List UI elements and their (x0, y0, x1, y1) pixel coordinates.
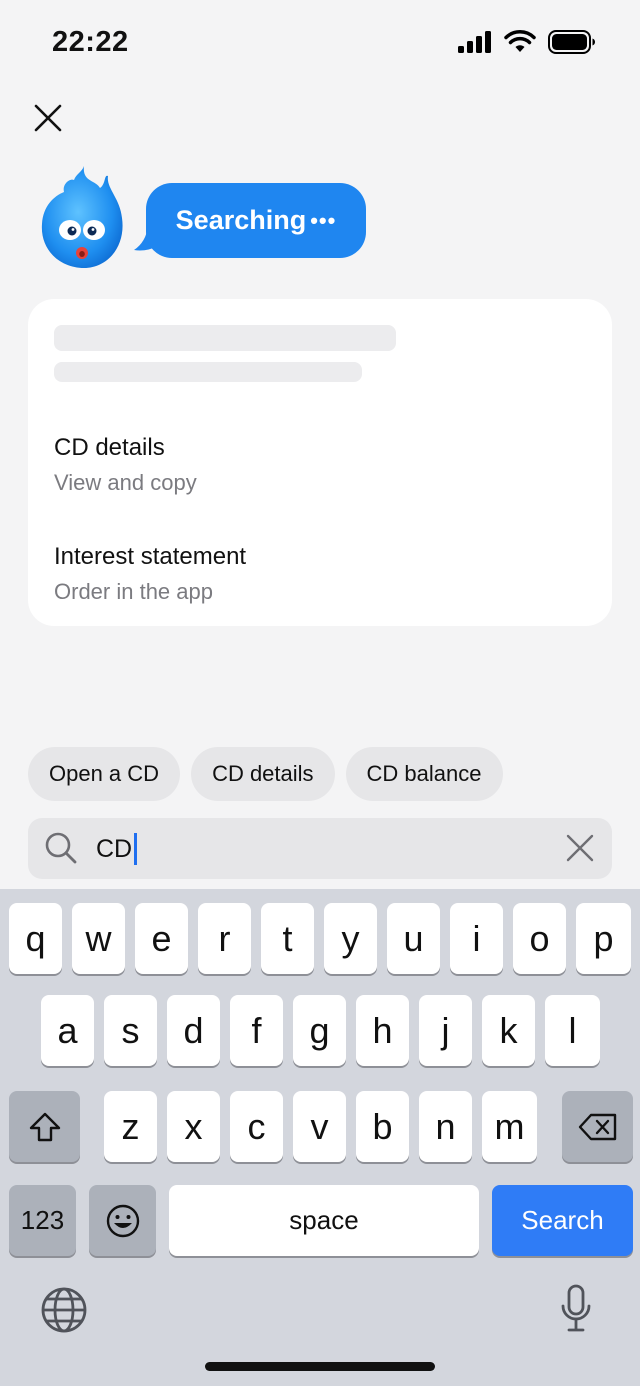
battery-icon (548, 30, 595, 54)
key-t[interactable]: t (261, 903, 314, 974)
key-a[interactable]: a (41, 995, 94, 1066)
key-n[interactable]: n (419, 1091, 472, 1162)
key-e[interactable]: e (135, 903, 188, 974)
key-w[interactable]: w (72, 903, 125, 974)
key-m[interactable]: m (482, 1091, 537, 1162)
result-subtitle: View and copy (54, 470, 197, 495)
key-y[interactable]: y (324, 903, 377, 974)
result-interest-statement[interactable]: Interest statement Order in the app (54, 543, 246, 605)
chip-cd-balance[interactable]: CD balance (345, 747, 503, 801)
key-o[interactable]: o (513, 903, 566, 974)
key-f[interactable]: f (230, 995, 283, 1066)
backspace-icon (578, 1113, 616, 1140)
key-s[interactable]: s (104, 995, 157, 1066)
loading-placeholder (54, 362, 362, 382)
chip-cd-details[interactable]: CD details (191, 747, 335, 801)
result-subtitle: Order in the app (54, 579, 213, 604)
wifi-icon (504, 30, 536, 52)
results-card: CD details View and copy Interest statem… (28, 299, 612, 626)
shift-icon (29, 1112, 60, 1141)
clear-search-icon[interactable] (564, 832, 596, 864)
emoji-icon (106, 1204, 139, 1237)
chip-open-a-cd[interactable]: Open a CD (28, 747, 181, 801)
result-cd-details[interactable]: CD details View and copy (54, 434, 197, 496)
assistant-status-bubble: Searching ••• (146, 183, 366, 258)
status-bar: 22:22 (0, 0, 640, 90)
search-field[interactable]: CD (96, 833, 138, 865)
loading-placeholder (54, 325, 396, 351)
key-l[interactable]: l (545, 995, 600, 1066)
key-p[interactable]: p (576, 903, 631, 974)
home-indicator (205, 1362, 435, 1371)
key-v[interactable]: v (293, 1091, 346, 1162)
mascot-avatar (41, 166, 123, 268)
status-time: 22:22 (52, 26, 129, 58)
cellular-signal-icon (458, 31, 491, 53)
suggestion-chips: Open a CD CD details CD balance (28, 747, 503, 801)
close-icon (34, 104, 62, 132)
text-caret (134, 833, 138, 865)
search-input[interactable]: CD (28, 818, 612, 879)
emoji-key[interactable] (89, 1185, 156, 1256)
key-g[interactable]: g (293, 995, 346, 1066)
key-b[interactable]: b (356, 1091, 409, 1162)
key-c[interactable]: c (230, 1091, 283, 1162)
shift-key[interactable] (9, 1091, 80, 1162)
search-icon (45, 832, 77, 864)
result-title: CD details (54, 434, 165, 461)
key-q[interactable]: q (9, 903, 62, 974)
onscreen-keyboard: q w e r t y u i o p a s d f g h j k l z … (0, 889, 640, 1386)
key-h[interactable]: h (356, 995, 409, 1066)
status-icons (458, 30, 596, 54)
key-x[interactable]: x (167, 1091, 220, 1162)
key-k[interactable]: k (482, 995, 535, 1066)
key-d[interactable]: d (167, 995, 220, 1066)
assistant-status-text: Searching (175, 205, 307, 235)
space-key[interactable]: space (169, 1185, 479, 1256)
key-r[interactable]: r (198, 903, 251, 974)
globe-icon[interactable] (40, 1286, 88, 1334)
backspace-key[interactable] (562, 1091, 633, 1162)
key-u[interactable]: u (387, 903, 440, 974)
microphone-icon[interactable] (560, 1284, 592, 1334)
search-key[interactable]: Search (492, 1185, 633, 1256)
search-value: CD (96, 834, 133, 863)
result-title: Interest statement (54, 543, 247, 570)
key-z[interactable]: z (104, 1091, 157, 1162)
close-button[interactable] (28, 98, 68, 138)
key-i[interactable]: i (450, 903, 503, 974)
typing-dots: ••• (310, 207, 337, 233)
key-j[interactable]: j (419, 995, 472, 1066)
numbers-key[interactable]: 123 (9, 1185, 76, 1256)
